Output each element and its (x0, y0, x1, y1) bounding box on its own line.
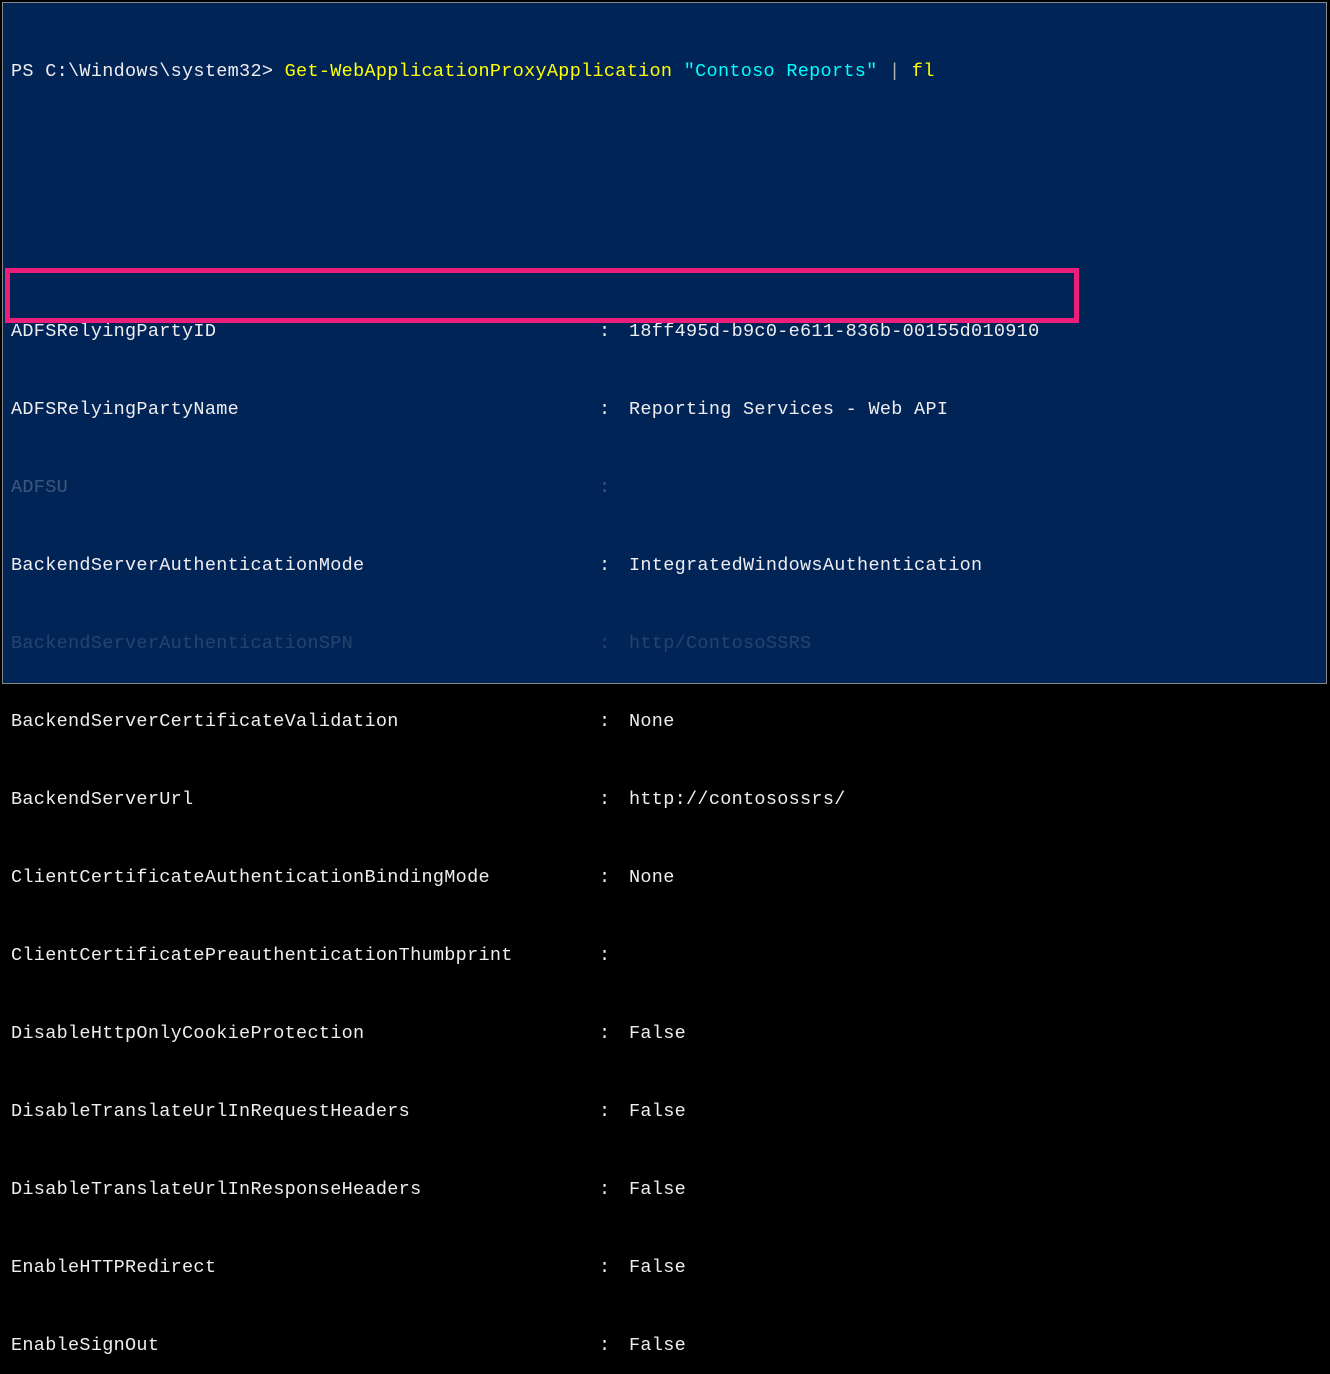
output-properties: ADFSRelyingPartyID:18ff495d-b9c0-e611-83… (11, 215, 1324, 1374)
property-row: ADFSRelyingPartyID:18ff495d-b9c0-e611-83… (11, 319, 1324, 345)
colon: : (599, 397, 629, 423)
property-row-highlighted: BackendServerAuthenticationMode:Integrat… (11, 553, 1324, 579)
property-key: ADFSRelyingPartyName (11, 397, 599, 423)
property-value: http://contosossrs/ (629, 787, 1324, 813)
property-value: False (629, 1021, 1324, 1047)
property-row-obscured: ADFSU: (11, 475, 1324, 501)
property-key: DisableTranslateUrlInRequestHeaders (11, 1099, 599, 1125)
pipe: | (889, 61, 900, 82)
property-row: BackendServerUrl:http://contosossrs/ (11, 787, 1324, 813)
property-value (629, 943, 1324, 969)
property-row: ClientCertificatePreauthenticationThumbp… (11, 943, 1324, 969)
highlight-rectangle (5, 268, 1079, 323)
property-row-obscured: BackendServerAuthenticationSPN:http/Cont… (11, 631, 1324, 657)
property-row: BackendServerCertificateValidation:None (11, 709, 1324, 735)
property-key: BackendServerUrl (11, 787, 599, 813)
prompt: PS C:\Windows\system32> (11, 61, 273, 82)
property-key: ADFSRelyingPartyID (11, 319, 599, 345)
property-value: None (629, 865, 1324, 891)
property-value: False (629, 1255, 1324, 1281)
property-value: False (629, 1177, 1324, 1203)
property-row: ClientCertificateAuthenticationBindingMo… (11, 865, 1324, 891)
colon: : (599, 1333, 629, 1359)
colon: : (599, 865, 629, 891)
property-row: ADFSRelyingPartyName:Reporting Services … (11, 397, 1324, 423)
colon: : (599, 553, 629, 579)
property-key: DisableHttpOnlyCookieProtection (11, 1021, 599, 1047)
property-value: IntegratedWindowsAuthentication (629, 553, 1324, 579)
property-key: EnableHTTPRedirect (11, 1255, 599, 1281)
property-key: BackendServerAuthenticationMode (11, 553, 599, 579)
property-key: ClientCertificatePreauthenticationThumbp… (11, 943, 599, 969)
property-value: False (629, 1099, 1324, 1125)
colon: : (599, 1099, 629, 1125)
property-key: BackendServerAuthenticationSPN (11, 631, 599, 657)
powershell-terminal[interactable]: PS C:\Windows\system32> Get-WebApplicati… (2, 2, 1327, 684)
property-key: EnableSignOut (11, 1333, 599, 1359)
property-row: EnableSignOut:False (11, 1333, 1324, 1359)
property-value: None (629, 709, 1324, 735)
property-value: http/ContosoSSRS (629, 631, 1324, 657)
colon: : (599, 475, 629, 501)
property-value: 18ff495d-b9c0-e611-836b-00155d010910 (629, 319, 1324, 345)
formatter: fl (912, 61, 935, 82)
colon: : (599, 319, 629, 345)
colon: : (599, 1177, 629, 1203)
colon: : (599, 631, 629, 657)
property-row: DisableHttpOnlyCookieProtection:False (11, 1021, 1324, 1047)
property-row: DisableTranslateUrlInRequestHeaders:Fals… (11, 1099, 1324, 1125)
property-value: False (629, 1333, 1324, 1359)
property-key: ClientCertificateAuthenticationBindingMo… (11, 865, 599, 891)
cmdlet: Get-WebApplicationProxyApplication (285, 61, 673, 82)
colon: : (599, 1021, 629, 1047)
argument: "Contoso Reports" (684, 61, 878, 82)
property-key: DisableTranslateUrlInResponseHeaders (11, 1177, 599, 1203)
property-key: BackendServerCertificateValidation (11, 709, 599, 735)
colon: : (599, 943, 629, 969)
colon: : (599, 709, 629, 735)
command-line: PS C:\Windows\system32> Get-WebApplicati… (11, 59, 1324, 85)
colon: : (599, 787, 629, 813)
property-row: EnableHTTPRedirect:False (11, 1255, 1324, 1281)
property-value: Reporting Services - Web API (629, 397, 1324, 423)
colon: : (599, 1255, 629, 1281)
property-value (629, 475, 1324, 501)
property-key: ADFSU (11, 475, 599, 501)
property-row: DisableTranslateUrlInResponseHeaders:Fal… (11, 1177, 1324, 1203)
